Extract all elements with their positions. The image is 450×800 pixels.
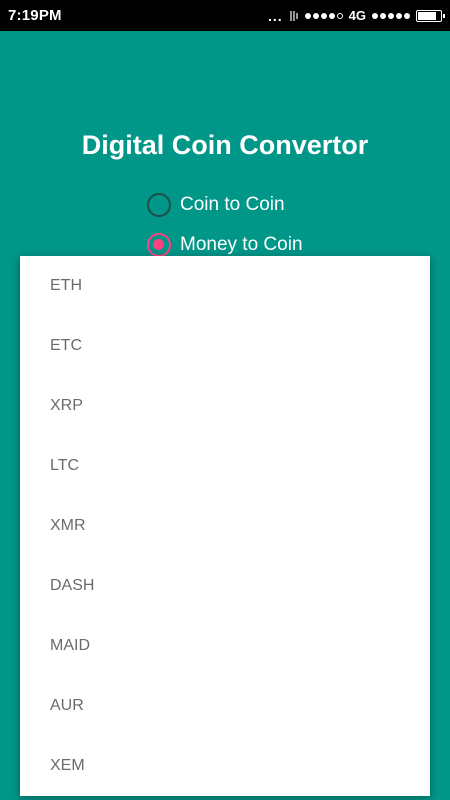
network-type: 4G (348, 8, 366, 23)
dropdown-item-eth[interactable]: ETH (20, 256, 430, 316)
dropdown-item-etc[interactable]: ETC (20, 316, 430, 376)
signal-dots-icon (304, 12, 343, 19)
status-time: 7:19PM (8, 7, 62, 24)
radio-label: Coin to Coin (180, 194, 285, 215)
radio-coin-to-coin[interactable]: Coin to Coin (147, 193, 285, 217)
radio-unchecked-icon[interactable] (147, 193, 171, 217)
radio-label: Money to Coin (180, 234, 303, 255)
status-icons: ... 4G (267, 7, 445, 24)
more-dots-icon: ... (267, 7, 283, 24)
dropdown-item-ltc[interactable]: LTC (20, 436, 430, 496)
coin-dropdown-list[interactable]: ETH ETC XRP LTC XMR DASH MAID AUR XEM (20, 256, 430, 796)
status-bar: 7:19PM ... 4G (0, 0, 450, 31)
dropdown-item-aur[interactable]: AUR (20, 676, 430, 736)
battery-icon (416, 9, 445, 22)
dropdown-item-xem[interactable]: XEM (20, 736, 430, 796)
radio-money-to-coin[interactable]: Money to Coin (147, 233, 303, 257)
dropdown-item-dash[interactable]: DASH (20, 556, 430, 616)
page-title: Digital Coin Convertor (81, 130, 369, 160)
dropdown-item-xmr[interactable]: XMR (20, 496, 430, 556)
radio-checked-icon[interactable] (147, 233, 171, 257)
dropdown-item-xrp[interactable]: XRP (20, 376, 430, 436)
signal-dots-icon (372, 12, 410, 19)
vibrate-icon (289, 10, 299, 22)
dropdown-item-maid[interactable]: MAID (20, 616, 430, 676)
